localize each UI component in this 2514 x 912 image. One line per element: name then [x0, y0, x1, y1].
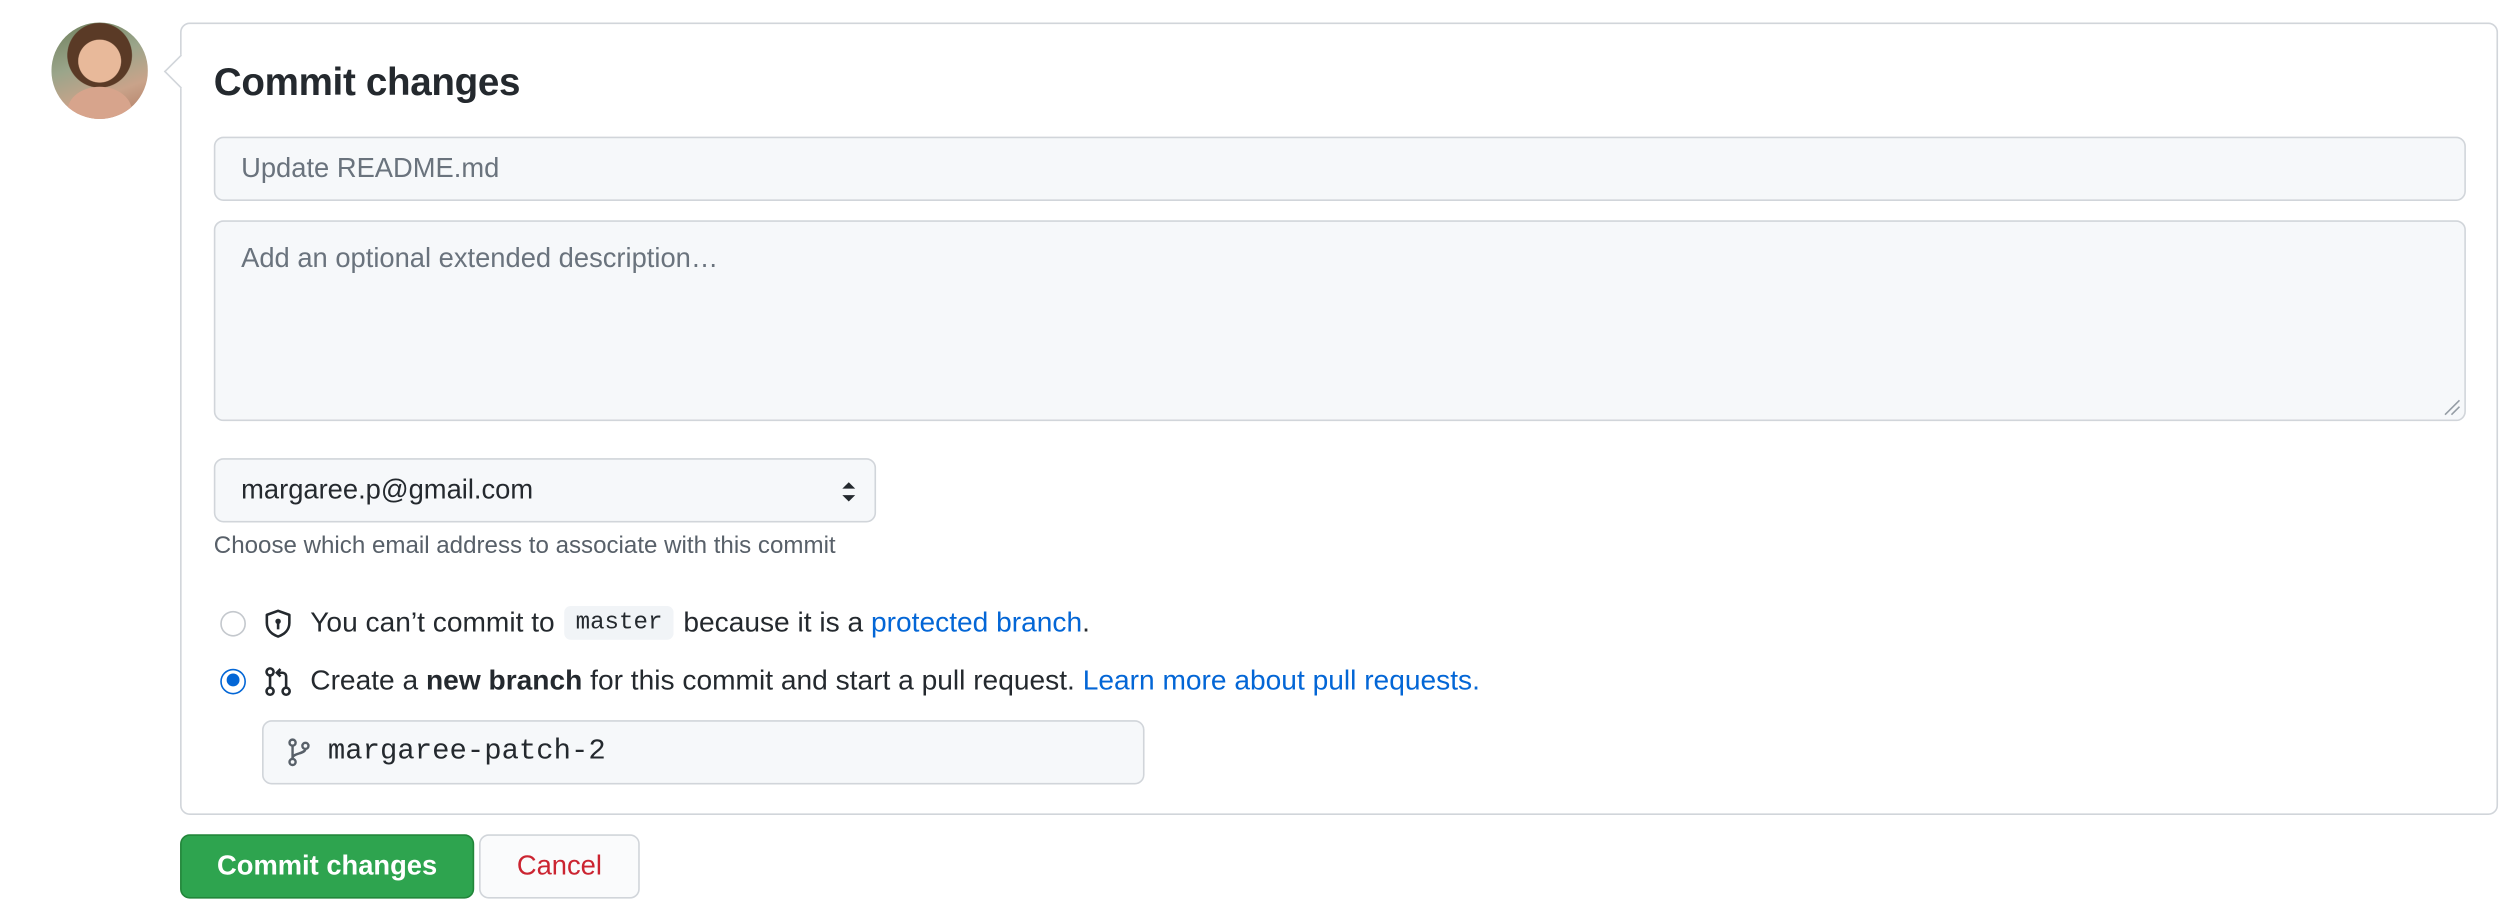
- option-new-branch: Create a new branch for this commit and …: [220, 664, 1480, 698]
- git-branch-icon: [288, 738, 310, 767]
- avatar-figure: [67, 86, 132, 119]
- email-hint: Choose which email address to associate …: [213, 532, 836, 560]
- pull-requests-help-link[interactable]: Learn more about pull requests.: [1083, 664, 1480, 698]
- option-protected-branch: You can’t commit to master because it is…: [220, 606, 1090, 640]
- commit-title: Commit changes: [213, 61, 521, 105]
- new-branch-bold: new branch: [425, 663, 583, 697]
- radio-new-branch[interactable]: [220, 667, 246, 694]
- protected-branch-name: master: [564, 606, 674, 640]
- radio-commit-to-master[interactable]: [220, 610, 246, 636]
- resize-grip-icon[interactable]: [2442, 397, 2461, 416]
- email-select[interactable]: margaree.p@gmail.com: [213, 458, 877, 523]
- branch-name-value: margaree-patch-2: [327, 736, 606, 769]
- commit-form-page: Commit changes margaree.p@gmail.com Choo…: [0, 0, 2514, 911]
- commit-box-pointer: [163, 54, 198, 89]
- commit-summary-input[interactable]: [213, 136, 2466, 201]
- commit-changes-button[interactable]: Commit changes: [180, 834, 475, 899]
- email-select-value: margaree.p@gmail.com: [241, 474, 534, 505]
- cancel-button[interactable]: Cancel: [479, 834, 640, 899]
- protected-text-suffix: .: [1082, 606, 1090, 639]
- protected-text-middle: because it is a: [683, 606, 864, 639]
- git-pull-request-icon: [265, 666, 291, 696]
- branch-name-input[interactable]: margaree-patch-2: [262, 720, 1145, 785]
- commit-description-textarea[interactable]: [213, 220, 2466, 422]
- select-caret-icon: [842, 482, 856, 502]
- protected-text-prefix: You can’t commit to: [310, 606, 555, 639]
- new-branch-text-middle: for this commit and start a pull request…: [590, 663, 1075, 697]
- shield-icon: [265, 608, 291, 638]
- new-branch-text-prefix: Create a: [310, 663, 419, 697]
- protected-branch-link[interactable]: protected branch: [871, 606, 1082, 640]
- avatar[interactable]: [51, 22, 148, 119]
